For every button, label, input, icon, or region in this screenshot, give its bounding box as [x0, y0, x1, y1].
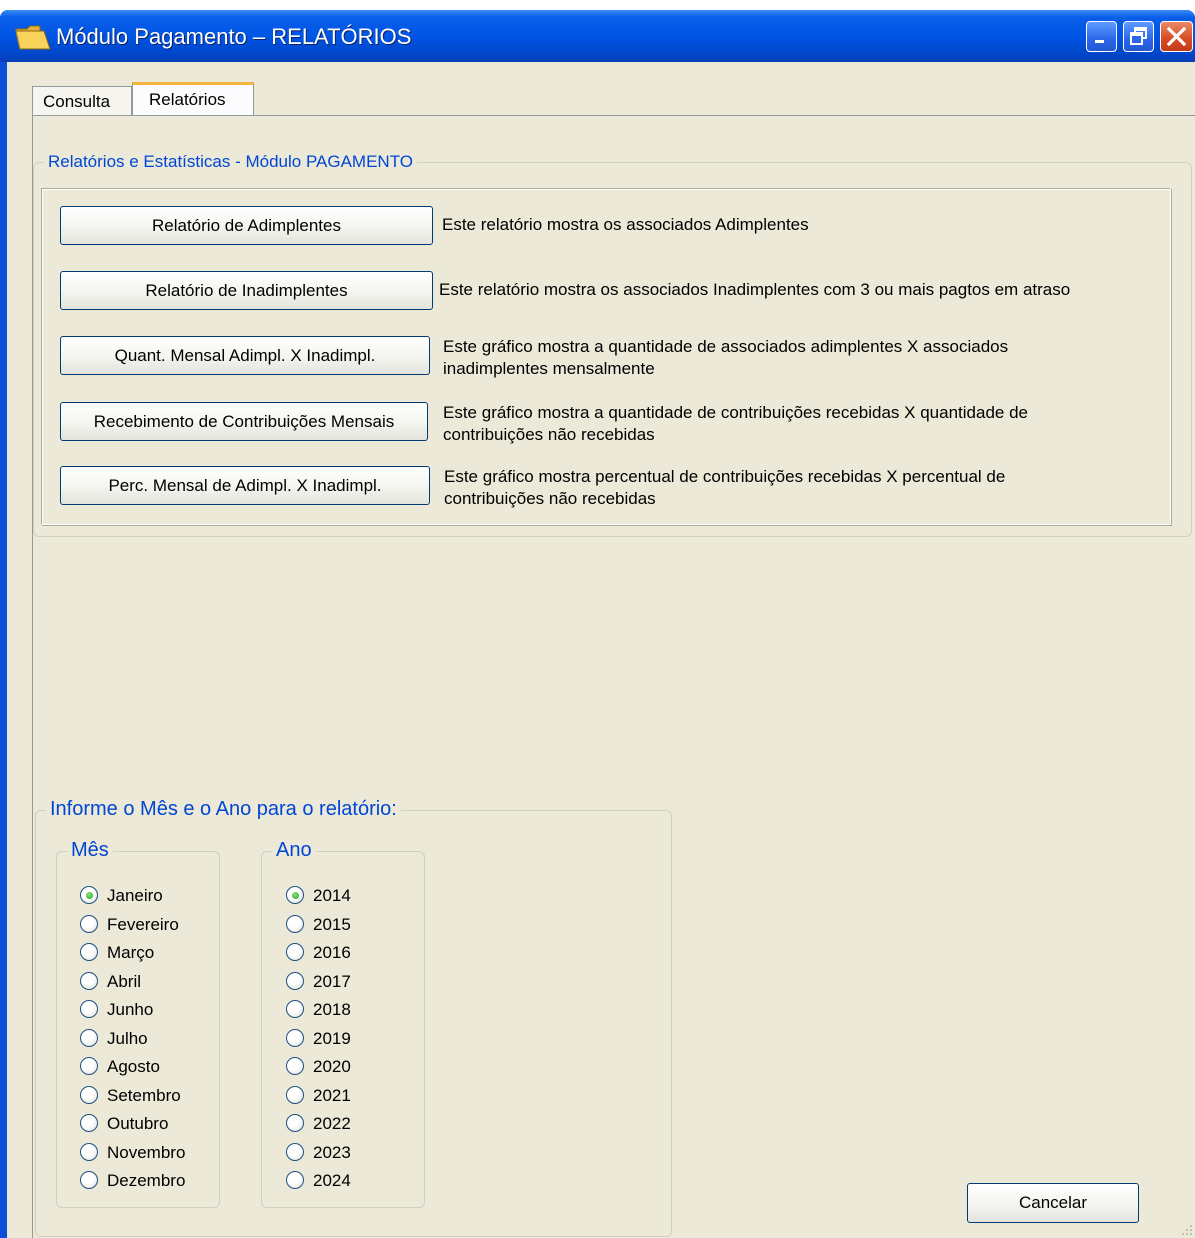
description-line: contribuições não recebidas: [444, 489, 656, 508]
window-client-area: Consulta Relatórios Relatórios e Estatís…: [7, 62, 1195, 1238]
year-option-label: 2014: [313, 886, 351, 905]
radio-button[interactable]: [286, 1142, 304, 1161]
radio-button[interactable]: [80, 1000, 98, 1018]
month-option-label: Março: [107, 943, 155, 962]
period-group-legend: Informe o Mês e o Ano para o relatório:: [46, 798, 401, 821]
radio-button[interactable]: [286, 1114, 304, 1132]
perc-mensal-description: Este gráfico mostra percentual de contri…: [444, 466, 1005, 510]
month-option-label: Fevereiro: [107, 914, 179, 934]
radio-button[interactable]: [286, 1171, 304, 1189]
radio-button[interactable]: [80, 1171, 98, 1189]
description-line: inadimplentes mensalmente: [443, 359, 655, 378]
month-option-label: Outubro: [107, 1114, 169, 1133]
radio-button[interactable]: [80, 971, 98, 990]
month-option-label: Dezembro: [107, 1171, 186, 1190]
radio-button[interactable]: [286, 1057, 304, 1075]
description-line: Este gráfico mostra a quantidade de asso…: [443, 337, 1009, 356]
restore-button[interactable]: [1123, 21, 1154, 52]
year-group-legend: Ano: [272, 839, 316, 862]
radio-button[interactable]: [80, 1114, 98, 1132]
year-option-label: 2020: [313, 1057, 351, 1076]
reports-group-legend: Relatórios e Estatísticas - Módulo PAGAM…: [44, 152, 417, 172]
year-option-label: 2021: [313, 1085, 351, 1105]
month-option-label: Janeiro: [107, 886, 163, 905]
radio-button[interactable]: [286, 886, 304, 904]
minimize-button[interactable]: [1086, 21, 1117, 52]
minimize-icon: [1095, 40, 1104, 43]
year-option-label: 2019: [313, 1028, 351, 1048]
radio-button[interactable]: [80, 1028, 98, 1047]
year-option-label: 2023: [313, 1142, 351, 1162]
report-adimplentes-description: Este relatório mostra os associados Adim…: [442, 214, 809, 236]
recebimento-contribuicoes-description: Este gráfico mostra a quantidade de cont…: [443, 402, 1028, 446]
year-option-label: 2024: [313, 1171, 351, 1190]
app-window: Módulo Pagamento – RELATÓRIOS Consulta R…: [0, 10, 1195, 1238]
radio-button[interactable]: [286, 971, 304, 990]
radio-button[interactable]: [80, 1085, 98, 1104]
description-line: contribuições não recebidas: [443, 425, 655, 444]
year-option-label: 2015: [313, 914, 351, 934]
radio-button[interactable]: [80, 943, 98, 961]
quant-mensal-button[interactable]: Quant. Mensal Adimpl. X Inadimpl.: [60, 336, 430, 375]
close-button[interactable]: [1160, 21, 1193, 52]
report-adimplentes-button[interactable]: Relatório de Adimplentes: [60, 206, 433, 245]
month-option-label: Novembro: [107, 1142, 186, 1162]
radio-button[interactable]: [80, 914, 98, 933]
radio-button[interactable]: [286, 1085, 304, 1104]
tab-consulta[interactable]: Consulta: [32, 86, 132, 116]
report-inadimplentes-button[interactable]: Relatório de Inadimplentes: [60, 271, 433, 310]
title-bar[interactable]: Módulo Pagamento – RELATÓRIOS: [0, 10, 1195, 62]
radio-button[interactable]: [286, 914, 304, 933]
month-option-label: Abril: [107, 971, 142, 991]
restore-icon: [1130, 27, 1147, 45]
radio-button[interactable]: [286, 943, 304, 961]
perc-mensal-button[interactable]: Perc. Mensal de Adimpl. X Inadimpl.: [60, 466, 430, 505]
radio-button[interactable]: [80, 1142, 98, 1161]
radio-button[interactable]: [286, 1000, 304, 1018]
tab-relatorios[interactable]: Relatórios: [132, 82, 254, 116]
description-line: Este gráfico mostra a quantidade de cont…: [443, 403, 1028, 422]
radio-selected-dot: [291, 891, 299, 899]
year-option-label: 2018: [313, 1000, 351, 1019]
resize-grip-icon[interactable]: [1181, 1224, 1193, 1236]
month-option-label: Julho: [107, 1028, 148, 1048]
month-option-label: Agosto: [107, 1057, 160, 1076]
radio-button[interactable]: [80, 1057, 98, 1075]
year-option-label: 2016: [313, 943, 351, 962]
folder-icon: [15, 25, 51, 50]
month-option-label: Setembro: [107, 1085, 181, 1105]
quant-mensal-description: Este gráfico mostra a quantidade de asso…: [443, 336, 1008, 380]
year-option-label: 2017: [313, 971, 351, 991]
cancel-button[interactable]: Cancelar: [967, 1183, 1139, 1223]
radio-button[interactable]: [286, 1028, 304, 1047]
month-option-label: Junho: [107, 1000, 154, 1019]
description-line: Este relatório mostra os associados Inad…: [439, 280, 1071, 299]
report-inadimplentes-description: Este relatório mostra os associados Inad…: [439, 279, 1070, 301]
description-line: Este relatório mostra os associados Adim…: [442, 215, 809, 234]
window-title: Módulo Pagamento – RELATÓRIOS: [56, 24, 412, 49]
year-option-label: 2022: [313, 1114, 351, 1133]
recebimento-contribuicoes-button[interactable]: Recebimento de Contribuições Mensais: [60, 402, 428, 441]
description-line: Este gráfico mostra percentual de contri…: [444, 467, 1006, 486]
radio-button[interactable]: [80, 886, 98, 904]
radio-selected-dot: [85, 891, 93, 899]
close-icon: [1166, 26, 1187, 47]
month-group-legend: Mês: [67, 839, 113, 862]
